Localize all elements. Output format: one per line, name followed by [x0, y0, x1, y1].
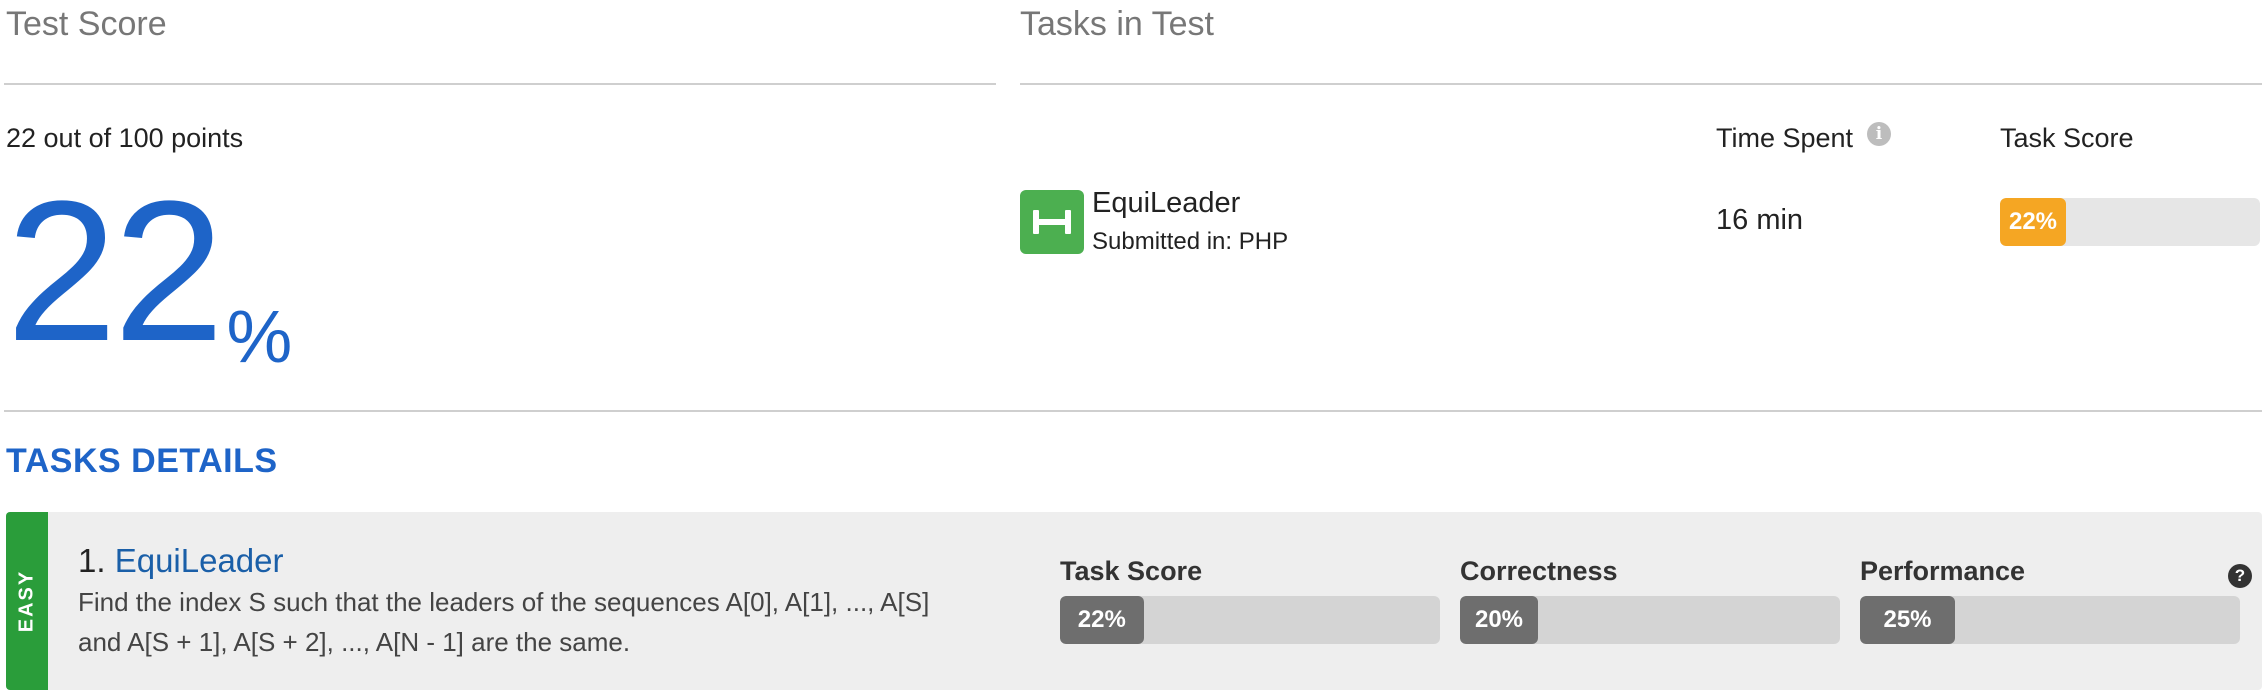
help-icon[interactable]: ?: [2228, 564, 2252, 588]
time-spent-header: Time Spent: [1716, 123, 1854, 153]
points-summary: 22 out of 100 points: [6, 123, 244, 153]
metric-fill: 22%: [1060, 596, 1144, 644]
task-submitted-language: Submitted in: PHP: [1092, 228, 1289, 255]
tasks-in-test-heading: Tasks in Test: [1020, 5, 1215, 43]
task-detail-title: 1. EquiLeader: [78, 542, 284, 580]
task-detail-link[interactable]: EquiLeader: [115, 542, 284, 579]
metric-value: 20%: [1474, 606, 1524, 633]
dumbbell-icon[interactable]: [1020, 190, 1084, 254]
tasks-details-heading: TASKS DETAILS: [6, 442, 278, 480]
divider: [4, 83, 996, 85]
metric-bar-performance: 25%: [1860, 596, 2240, 644]
task-description-line: and A[S + 1], A[S + 2], ..., A[N - 1] ar…: [78, 627, 631, 657]
task-detail-card: EASY 1. EquiLeader Find the index S such…: [6, 512, 2262, 690]
task-score-header: Task Score: [2000, 123, 2134, 153]
divider: [1020, 83, 2262, 85]
metric-value: 25%: [1883, 606, 1932, 633]
metric-fill: 20%: [1460, 596, 1538, 644]
task-description-line: Find the index S such that the leaders o…: [78, 587, 930, 617]
difficulty-label: EASY: [15, 569, 38, 633]
task-time-spent: 16 min: [1716, 204, 1804, 236]
score-percent-value: 22: [6, 160, 224, 383]
task-description: Find the index S such that the leaders o…: [78, 582, 929, 662]
task-score-fill: 22%: [2000, 198, 2066, 246]
task-name-link[interactable]: EquiLeader: [1092, 187, 1240, 220]
task-number: 1.: [78, 542, 106, 579]
divider: [4, 410, 2262, 412]
metric-fill: 25%: [1860, 596, 1955, 644]
info-icon[interactable]: i: [1867, 122, 1891, 146]
score-percent-sign: %: [226, 295, 293, 378]
difficulty-strip: EASY: [6, 512, 48, 690]
test-score-heading: Test Score: [6, 5, 167, 43]
metric-label-task-score: Task Score: [1060, 556, 1203, 586]
task-score-value: 22%: [2008, 208, 2058, 235]
metric-label-performance: Performance: [1860, 556, 2026, 586]
metric-bar-correctness: 20%: [1460, 596, 1840, 644]
metric-label-correctness: Correctness: [1460, 556, 1618, 586]
metric-bar-task-score: 22%: [1060, 596, 1440, 644]
metric-value: 22%: [1077, 606, 1126, 633]
score-percent: 22 %: [6, 160, 293, 383]
task-score-bar: 22%: [2000, 198, 2260, 246]
